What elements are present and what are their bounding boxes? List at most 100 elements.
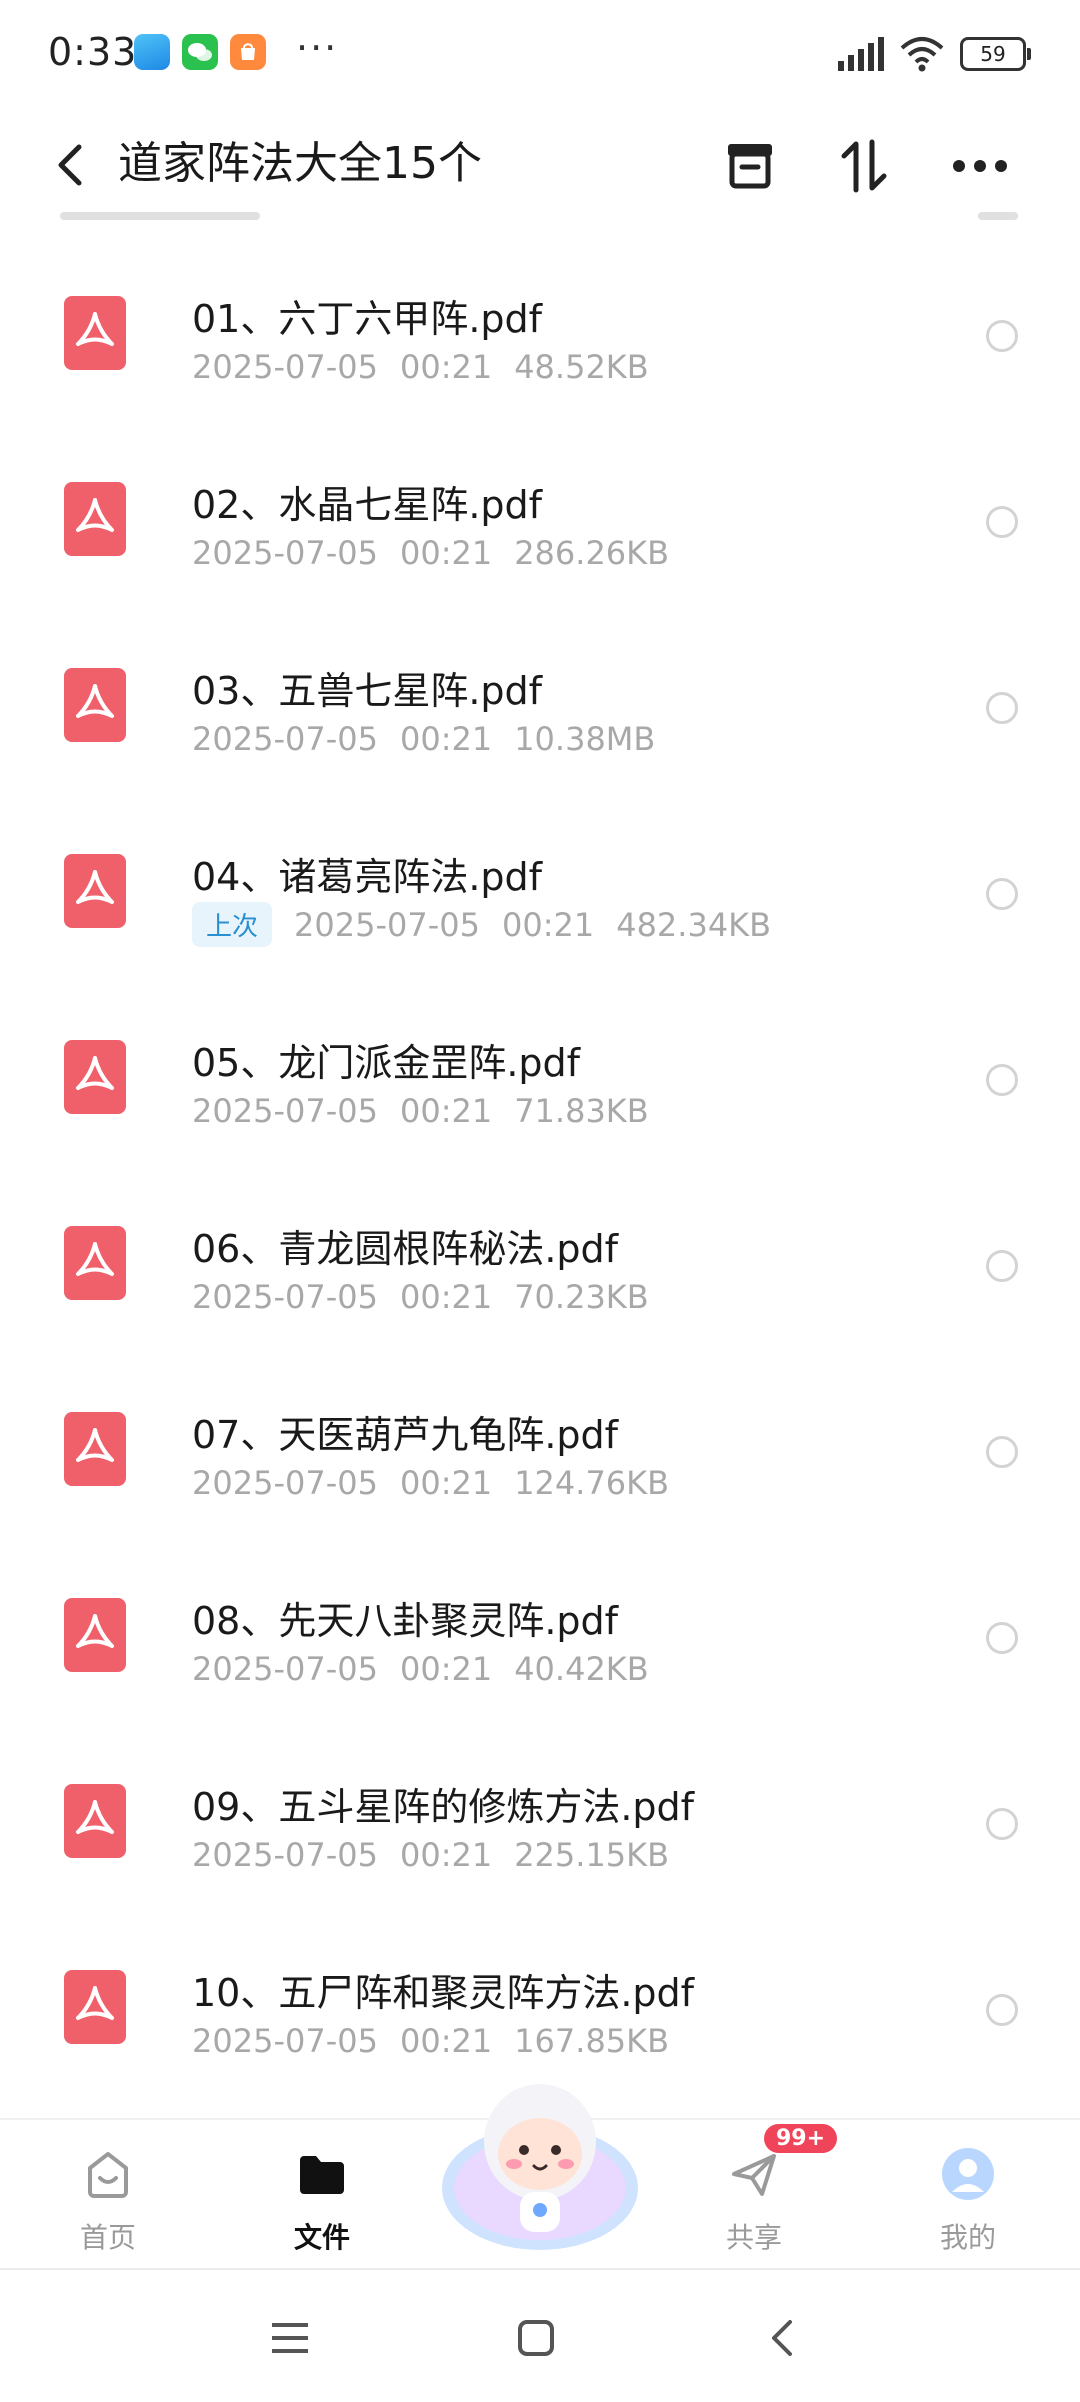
file-date: 2025-07-05	[192, 534, 378, 572]
back-system-button[interactable]	[752, 2308, 812, 2368]
file-date: 2025-07-05	[192, 1650, 378, 1688]
list-item[interactable]: 03、五兽七星阵.pdf 2025-07-05 00:21 10.38MB	[0, 592, 1080, 778]
pdf-file-icon	[64, 482, 126, 556]
list-item[interactable]: 04、诸葛亮阵法.pdf 上次 2025-07-05 00:21 482.34K…	[0, 778, 1080, 964]
file-meta: 2025-07-05 00:21 10.38MB	[192, 720, 655, 758]
pdf-file-icon	[64, 296, 126, 370]
file-date: 2025-07-05	[294, 905, 480, 944]
file-meta: 2025-07-05 00:21 124.76KB	[192, 1464, 669, 1502]
pdf-file-icon	[64, 1784, 126, 1858]
pdf-file-icon	[64, 1970, 126, 2044]
more-options-button[interactable]	[942, 128, 1018, 204]
chevron-left-icon	[772, 2320, 792, 2356]
home-system-button[interactable]	[506, 2308, 566, 2368]
status-bar: 0:33 ··· 59	[0, 0, 1080, 110]
file-size: 40.42KB	[514, 1650, 649, 1688]
nav-mine-label: 我的	[939, 2221, 996, 2254]
select-checkbox[interactable]	[986, 320, 1018, 352]
menu-lines-icon	[272, 2323, 308, 2353]
recent-apps-button[interactable]	[260, 2308, 320, 2368]
archive-button[interactable]	[712, 128, 788, 204]
nav-home-label: 首页	[79, 2221, 136, 2254]
file-date: 2025-07-05	[192, 1278, 378, 1316]
file-size: 10.38MB	[514, 720, 656, 758]
share-badge: 99+	[764, 2124, 838, 2153]
nav-share-label: 共享	[725, 2221, 782, 2254]
list-item[interactable]: 08、先天八卦聚灵阵.pdf 2025-07-05 00:21 40.42KB	[0, 1522, 1080, 1708]
file-name: 03、五兽七星阵.pdf	[192, 669, 543, 713]
pdf-file-icon	[64, 1598, 126, 1672]
file-name: 10、五尸阵和聚灵阵方法.pdf	[192, 1971, 695, 2015]
file-date: 2025-07-05	[192, 1464, 378, 1502]
list-item[interactable]: 02、水晶七星阵.pdf 2025-07-05 00:21 286.26KB	[0, 406, 1080, 592]
file-time: 00:21	[399, 1650, 493, 1688]
list-item[interactable]: 01、六丁六甲阵.pdf 2025-07-05 00:21 48.52KB	[0, 220, 1080, 406]
file-name: 01、六丁六甲阵.pdf	[192, 297, 543, 341]
file-size: 482.34KB	[616, 905, 772, 944]
file-time: 00:21	[399, 348, 493, 386]
file-time: 00:21	[399, 1464, 493, 1502]
select-checkbox[interactable]	[986, 1436, 1018, 1468]
file-time: 00:21	[501, 905, 595, 944]
square-icon	[518, 2320, 554, 2356]
file-time: 00:21	[399, 720, 493, 758]
select-checkbox[interactable]	[986, 692, 1018, 724]
file-date: 2025-07-05	[192, 1836, 378, 1874]
file-date: 2025-07-05	[192, 1092, 378, 1130]
file-size: 167.85KB	[514, 2022, 670, 2060]
pdf-file-icon	[64, 668, 126, 742]
select-checkbox[interactable]	[986, 1808, 1018, 1840]
back-button[interactable]	[40, 132, 100, 198]
file-name: 04、诸葛亮阵法.pdf	[192, 855, 543, 899]
file-size: 48.52KB	[514, 348, 649, 386]
file-size: 71.83KB	[514, 1092, 649, 1130]
select-checkbox[interactable]	[986, 1994, 1018, 2026]
more-notifications-icon: ···	[296, 26, 339, 70]
file-time: 00:21	[399, 1092, 493, 1130]
list-item[interactable]: 05、龙门派金罡阵.pdf 2025-07-05 00:21 71.83KB	[0, 964, 1080, 1150]
more-dots-icon	[953, 160, 1007, 172]
select-checkbox[interactable]	[986, 878, 1018, 910]
wifi-icon	[900, 37, 944, 72]
pdf-file-icon	[64, 854, 126, 928]
clock: 0:33	[48, 30, 138, 74]
select-checkbox[interactable]	[986, 1622, 1018, 1654]
avatar	[942, 2148, 994, 2200]
sort-button[interactable]	[826, 128, 902, 204]
file-name: 06、青龙圆根阵秘法.pdf	[192, 1227, 619, 1271]
assistant-mascot-button[interactable]	[438, 2070, 642, 2260]
signal-icon	[838, 37, 884, 71]
nav-files[interactable]: 文件	[232, 2120, 412, 2270]
select-checkbox[interactable]	[986, 1250, 1018, 1282]
file-name: 07、天医葫芦九龟阵.pdf	[192, 1413, 619, 1457]
file-time: 00:21	[399, 534, 493, 572]
list-item[interactable]: 09、五斗星阵的修炼方法.pdf 2025-07-05 00:21 225.15…	[0, 1708, 1080, 1894]
page-title: 道家阵法大全15个	[118, 138, 482, 189]
nav-mine[interactable]: 我的	[878, 2120, 1058, 2270]
pdf-file-icon	[64, 1226, 126, 1300]
folder-icon	[300, 2156, 344, 2194]
nav-home[interactable]: 首页	[18, 2120, 198, 2270]
sort-icon	[841, 139, 887, 193]
list-item[interactable]: 06、青龙圆根阵秘法.pdf 2025-07-05 00:21 70.23KB	[0, 1150, 1080, 1336]
top-bar: 道家阵法大全15个	[0, 110, 1080, 220]
file-meta: 2025-07-05 00:21 71.83KB	[192, 1092, 649, 1130]
file-size: 70.23KB	[514, 1278, 649, 1316]
file-date: 2025-07-05	[192, 348, 378, 386]
battery-indicator: 59	[960, 37, 1031, 71]
file-meta: 2025-07-05 00:21 40.42KB	[192, 1650, 649, 1688]
nav-share[interactable]: 99+ 共享	[664, 2120, 844, 2270]
file-meta: 2025-07-05 00:21 48.52KB	[192, 348, 649, 386]
file-meta: 2025-07-05 00:21 167.85KB	[192, 2022, 669, 2060]
select-checkbox[interactable]	[986, 506, 1018, 538]
file-size: 286.26KB	[514, 534, 670, 572]
file-name: 02、水晶七星阵.pdf	[192, 483, 543, 527]
list-item[interactable]: 07、天医葫芦九龟阵.pdf 2025-07-05 00:21 124.76KB	[0, 1336, 1080, 1522]
file-size: 225.15KB	[514, 1836, 670, 1874]
select-checkbox[interactable]	[986, 1064, 1018, 1096]
last-opened-tag: 上次	[192, 902, 273, 947]
list-item[interactable]: 10、五尸阵和聚灵阵方法.pdf 2025-07-05 00:21 167.85…	[0, 1894, 1080, 2080]
shopping-app-icon	[230, 34, 266, 70]
weather-app-icon	[134, 34, 170, 70]
file-time: 00:21	[399, 1278, 493, 1316]
